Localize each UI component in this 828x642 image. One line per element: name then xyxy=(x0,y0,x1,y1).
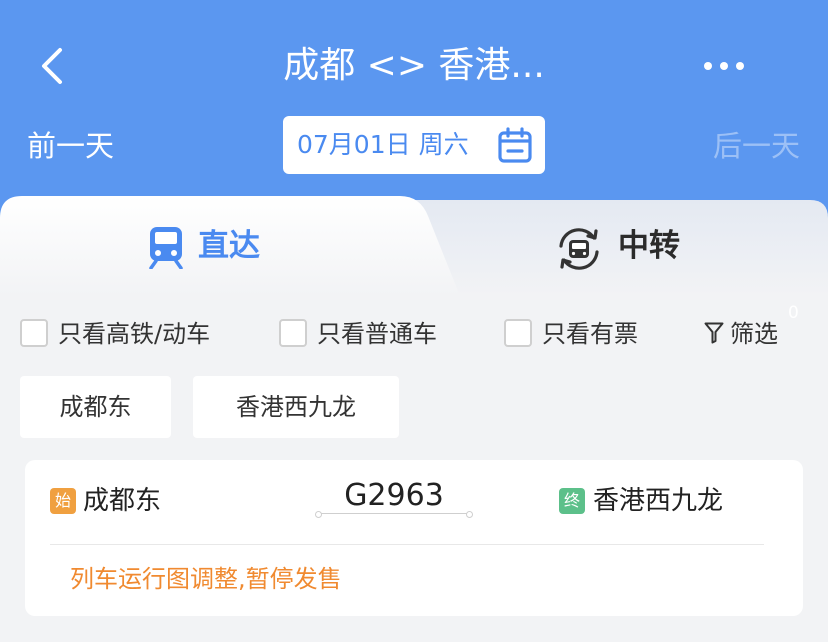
filter-label: 只看高铁/动车 xyxy=(58,320,211,348)
filter-label: 只看有票 xyxy=(542,320,638,348)
tab-direct[interactable]: 直达 xyxy=(148,224,288,269)
tab-direct-label: 直达 xyxy=(198,228,260,264)
calendar-icon xyxy=(498,127,532,163)
filter-panel: 只看高铁/动车 只看普通车 只看有票 筛选 0 成都东 香港西九龙 始 成都东 … xyxy=(0,296,828,640)
more-button[interactable] xyxy=(700,44,748,84)
departure-station: 成都东 xyxy=(83,486,162,516)
start-tag: 始 xyxy=(50,488,76,514)
end-tag: 终 xyxy=(559,488,585,514)
filter-button-label: 筛选 xyxy=(730,320,778,348)
transfer-icon xyxy=(559,228,599,270)
arrival-station: 香港西九龙 xyxy=(593,486,724,516)
tab-transfer[interactable]: 中转 xyxy=(556,224,696,270)
station-chip[interactable]: 成都东 xyxy=(20,376,171,438)
tab-background xyxy=(0,196,828,296)
sale-notice: 列车运行图调整,暂停发售 xyxy=(70,565,342,593)
checkbox[interactable] xyxy=(279,319,307,347)
checkbox[interactable] xyxy=(504,319,532,347)
route-line xyxy=(315,511,473,518)
date-selector[interactable]: 07月01日 周六 xyxy=(283,116,545,174)
next-day-button[interactable]: 后一天 xyxy=(713,126,800,166)
prev-day-button[interactable]: 前一天 xyxy=(27,126,114,166)
funnel-icon xyxy=(704,322,724,344)
train-number: G2963 xyxy=(344,478,444,513)
divider xyxy=(50,544,764,545)
train-icon xyxy=(149,227,183,269)
filter-label: 只看普通车 xyxy=(317,320,437,348)
train-card[interactable]: 始 成都东 G2963 终 香港西九龙 列车运行图调整,暂停发售 xyxy=(25,460,803,616)
tab-transfer-label: 中转 xyxy=(618,228,680,264)
filter-count-badge: 0 xyxy=(788,303,799,323)
date-label: 07月01日 周六 xyxy=(297,130,469,159)
checkbox[interactable] xyxy=(20,319,48,347)
tab-bar: 直达 中转 xyxy=(0,196,828,296)
station-chip[interactable]: 香港西九龙 xyxy=(193,376,399,438)
